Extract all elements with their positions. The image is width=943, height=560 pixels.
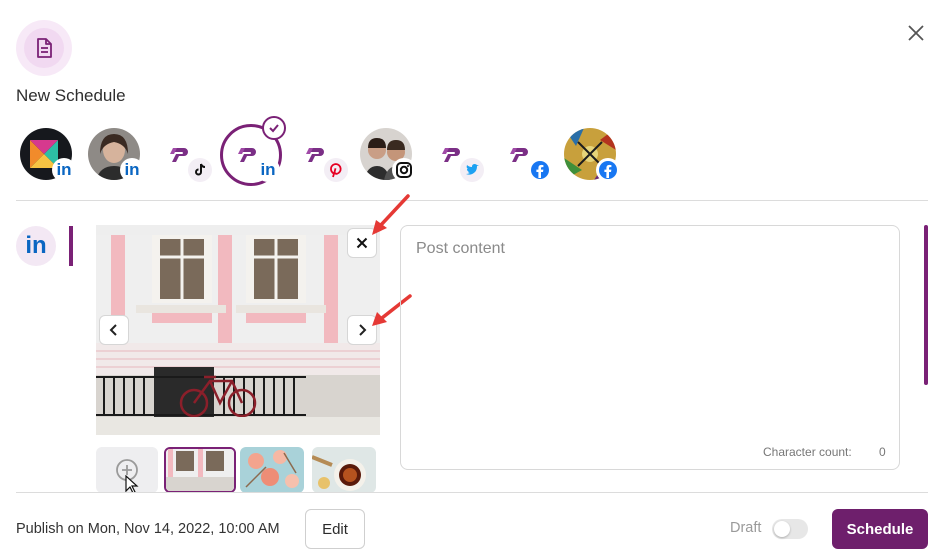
post-content-editor[interactable]: Post content Character count: 0	[400, 225, 900, 470]
mouse-cursor-icon	[125, 475, 139, 493]
page-title: New Schedule	[16, 86, 126, 105]
account-7[interactable]	[426, 127, 484, 183]
publish-datetime: Publish on Mon, Nov 14, 2022, 10:00 AM	[16, 521, 280, 537]
check-icon	[262, 116, 286, 140]
scrollbar[interactable]	[924, 225, 928, 385]
image-preview	[96, 225, 380, 435]
facebook-badge-icon	[528, 158, 552, 182]
schedule-button[interactable]: Schedule	[832, 509, 928, 549]
twitter-badge-icon	[460, 158, 484, 182]
chevron-left-icon	[109, 324, 117, 336]
edit-button[interactable]: Edit	[305, 509, 365, 549]
instagram-badge-icon	[392, 158, 416, 182]
close-button[interactable]	[904, 21, 928, 45]
account-1[interactable]: in	[18, 127, 76, 183]
toggle-knob	[774, 521, 790, 537]
post-content-placeholder: Post content	[416, 240, 505, 257]
character-count-value: 0	[879, 445, 886, 459]
document-icon-circle	[16, 20, 72, 76]
divider	[16, 200, 928, 201]
divider	[16, 492, 928, 493]
facebook-badge-icon	[596, 158, 620, 182]
media-thumbnail[interactable]	[240, 447, 304, 493]
linkedin-badge-icon: in	[52, 158, 76, 182]
account-4-selected[interactable]: in	[220, 116, 286, 186]
document-icon	[24, 28, 64, 68]
account-8[interactable]	[494, 127, 552, 183]
media-thumbnail-selected[interactable]	[164, 447, 236, 493]
character-count-label: Character count:	[763, 445, 852, 459]
media-thumbnail[interactable]	[312, 447, 376, 493]
account-5[interactable]	[290, 127, 348, 183]
pinterest-badge-icon	[324, 158, 348, 182]
account-9[interactable]	[562, 127, 620, 183]
add-media-button[interactable]	[96, 447, 158, 493]
draft-toggle[interactable]	[772, 519, 808, 539]
account-3[interactable]	[154, 127, 212, 183]
draft-label: Draft	[730, 520, 762, 536]
prev-image-button[interactable]	[99, 315, 129, 345]
tiktok-badge-icon	[188, 158, 212, 182]
linkedin-badge-icon: in	[120, 158, 144, 182]
linkedin-badge-icon: in	[256, 158, 280, 182]
close-icon	[908, 25, 924, 41]
account-6[interactable]	[358, 127, 416, 183]
active-indicator	[69, 226, 73, 266]
building-bicycle-photo	[96, 225, 380, 435]
linkedin-icon: in	[16, 226, 56, 266]
account-2[interactable]: in	[86, 127, 144, 183]
